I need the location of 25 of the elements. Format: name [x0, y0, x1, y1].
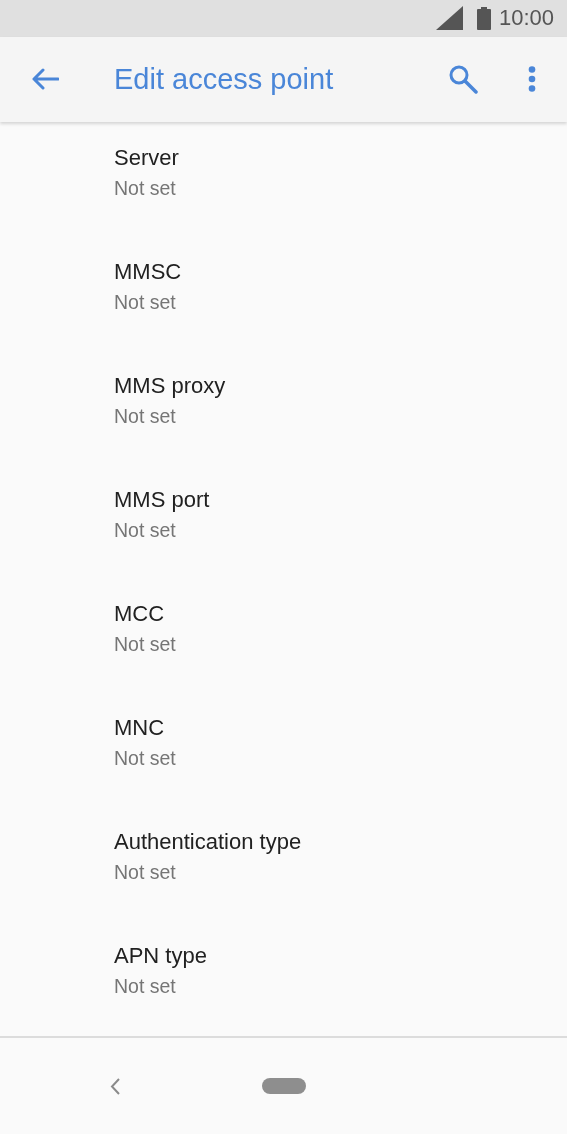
- signal-icon: [435, 6, 463, 31]
- setting-value: Not set: [114, 289, 176, 315]
- more-options-icon[interactable]: [528, 66, 536, 93]
- setting-title[interactable]: Server: [114, 143, 179, 172]
- setting-title[interactable]: MMS proxy: [114, 371, 226, 400]
- screen-title: Edit access point: [114, 62, 335, 96]
- setting-title[interactable]: MMSC: [114, 257, 182, 286]
- home-pill[interactable]: [262, 1078, 306, 1095]
- setting-value: Not set: [114, 859, 176, 885]
- setting-value: Not set: [114, 973, 176, 999]
- setting-value: Not set: [114, 517, 176, 543]
- setting-title[interactable]: Authentication type: [114, 827, 302, 856]
- setting-value: Not set: [114, 403, 176, 429]
- status-time: 10:00: [498, 5, 554, 32]
- setting-title[interactable]: MMS port: [114, 485, 210, 514]
- setting-title[interactable]: APN type: [114, 941, 207, 970]
- setting-value: Not set: [114, 631, 176, 657]
- back-arrow-icon[interactable]: [31, 67, 59, 92]
- battery-icon: [476, 6, 491, 30]
- setting-title[interactable]: MNC: [114, 713, 165, 742]
- setting-value: Not set: [114, 745, 176, 771]
- setting-value: Not set: [114, 175, 176, 201]
- back-chevron-icon[interactable]: [110, 1077, 121, 1095]
- search-icon[interactable]: [448, 64, 478, 95]
- setting-title[interactable]: MCC: [114, 599, 165, 628]
